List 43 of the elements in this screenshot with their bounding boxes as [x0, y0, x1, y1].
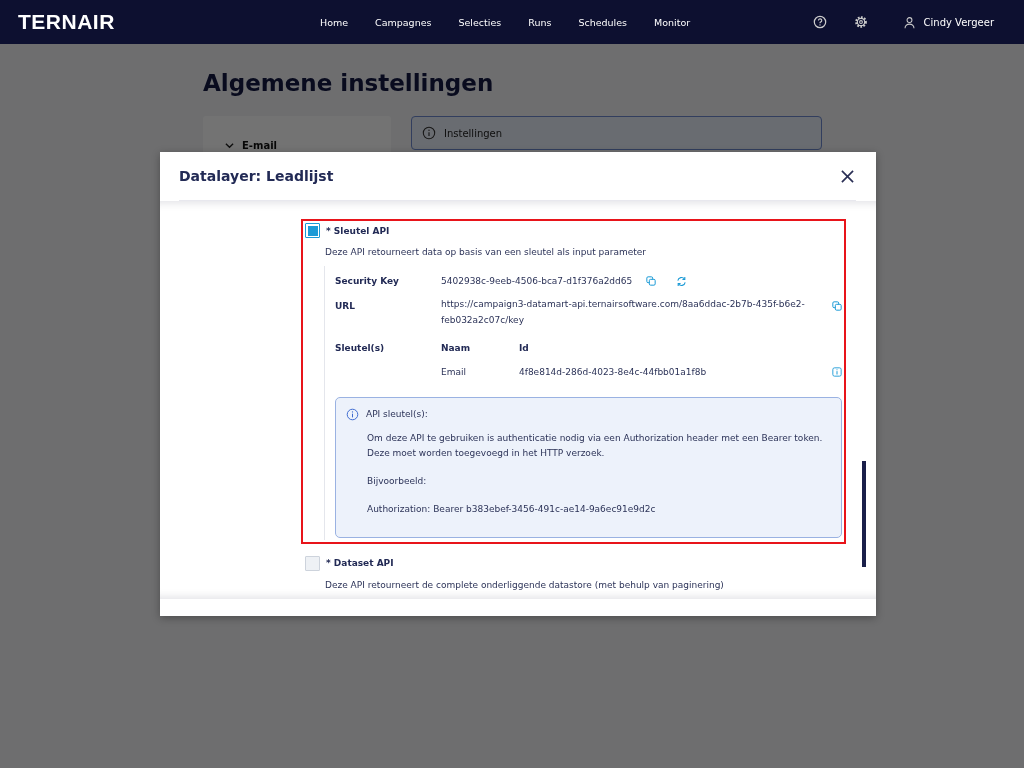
- copy-icon[interactable]: [832, 301, 842, 311]
- nav-link[interactable]: Campagnes: [375, 16, 432, 28]
- field-label: Security Key: [335, 276, 400, 287]
- copy-icon[interactable]: [646, 276, 657, 286]
- info-icon: [422, 126, 436, 140]
- page-title: Algemene instellingen: [203, 70, 495, 96]
- user-menu[interactable]: Cindy Vergeer: [902, 15, 994, 29]
- api-description: Deze API retourneert de complete onderliggende datastore (met behulp van paginering): [325, 579, 725, 590]
- nav-link[interactable]: Schedules: [578, 16, 627, 28]
- refresh-icon[interactable]: [676, 276, 688, 287]
- nav-link[interactable]: Selecties: [458, 16, 502, 28]
- info-box-text: Bijvoorbeeld:: [367, 475, 428, 489]
- info-icon: [346, 407, 359, 421]
- sidebar-item[interactable]: E-mail: [203, 140, 391, 151]
- help-icon[interactable]: [812, 15, 827, 29]
- scrollbar[interactable]: [862, 461, 866, 567]
- table-cell-text: 4f8e814d-286d-4023-8e4c-44fbb01a1f8b: [519, 366, 708, 377]
- field-label: URL: [335, 301, 356, 313]
- column-header: Id: [519, 342, 530, 353]
- api-label: * Dataset API: [326, 558, 394, 569]
- user-icon: [902, 15, 916, 29]
- api-description: Deze API retourneert data op basis van een sleutel als input parameter: [325, 247, 648, 257]
- url-value: https://campaign3-datamart-api.ternairsoftware.com/8aa6ddac-2b7b-435f-b6e2-feb032a2c07c/key: [441, 298, 806, 327]
- security-key-value: 5402938c-9eeb-4506-bca7-d1f376a2dd65: [441, 276, 633, 286]
- nav-link[interactable]: Monitor: [654, 16, 691, 28]
- logo[interactable]: TERNAIR: [18, 10, 320, 34]
- chevron-down-icon: [225, 141, 234, 150]
- checkbox[interactable]: [305, 223, 320, 238]
- api-label: * Sleutel API: [326, 225, 390, 236]
- table-cell-text: Email: [441, 366, 467, 377]
- nav-link[interactable]: Home: [320, 16, 349, 28]
- column-header: Naam: [441, 342, 472, 353]
- close-button[interactable]: [839, 167, 856, 185]
- info-box-text: Authorization: Bearer b383ebef-3456-491c-ae14-9a6ec91e9d2c: [367, 503, 657, 517]
- field-label: Sleutel(s): [335, 342, 386, 355]
- nav-link[interactable]: Runs: [528, 16, 552, 28]
- checkbox[interactable]: [305, 555, 320, 571]
- info-box-text: Om deze API te gebruiken is authenticatie nodig via een Authorization header met een Bearer token. Deze moet worden toegevoegd in het HTTP verzoek.: [367, 431, 824, 460]
- info-box-title: API sleutel(s):: [366, 409, 428, 419]
- settings-icon[interactable]: [853, 15, 868, 29]
- info-icon[interactable]: [832, 366, 842, 377]
- info-banner-text: Instellingen: [444, 127, 503, 139]
- modal-title: Datalayer: Leadlijst: [179, 168, 334, 184]
